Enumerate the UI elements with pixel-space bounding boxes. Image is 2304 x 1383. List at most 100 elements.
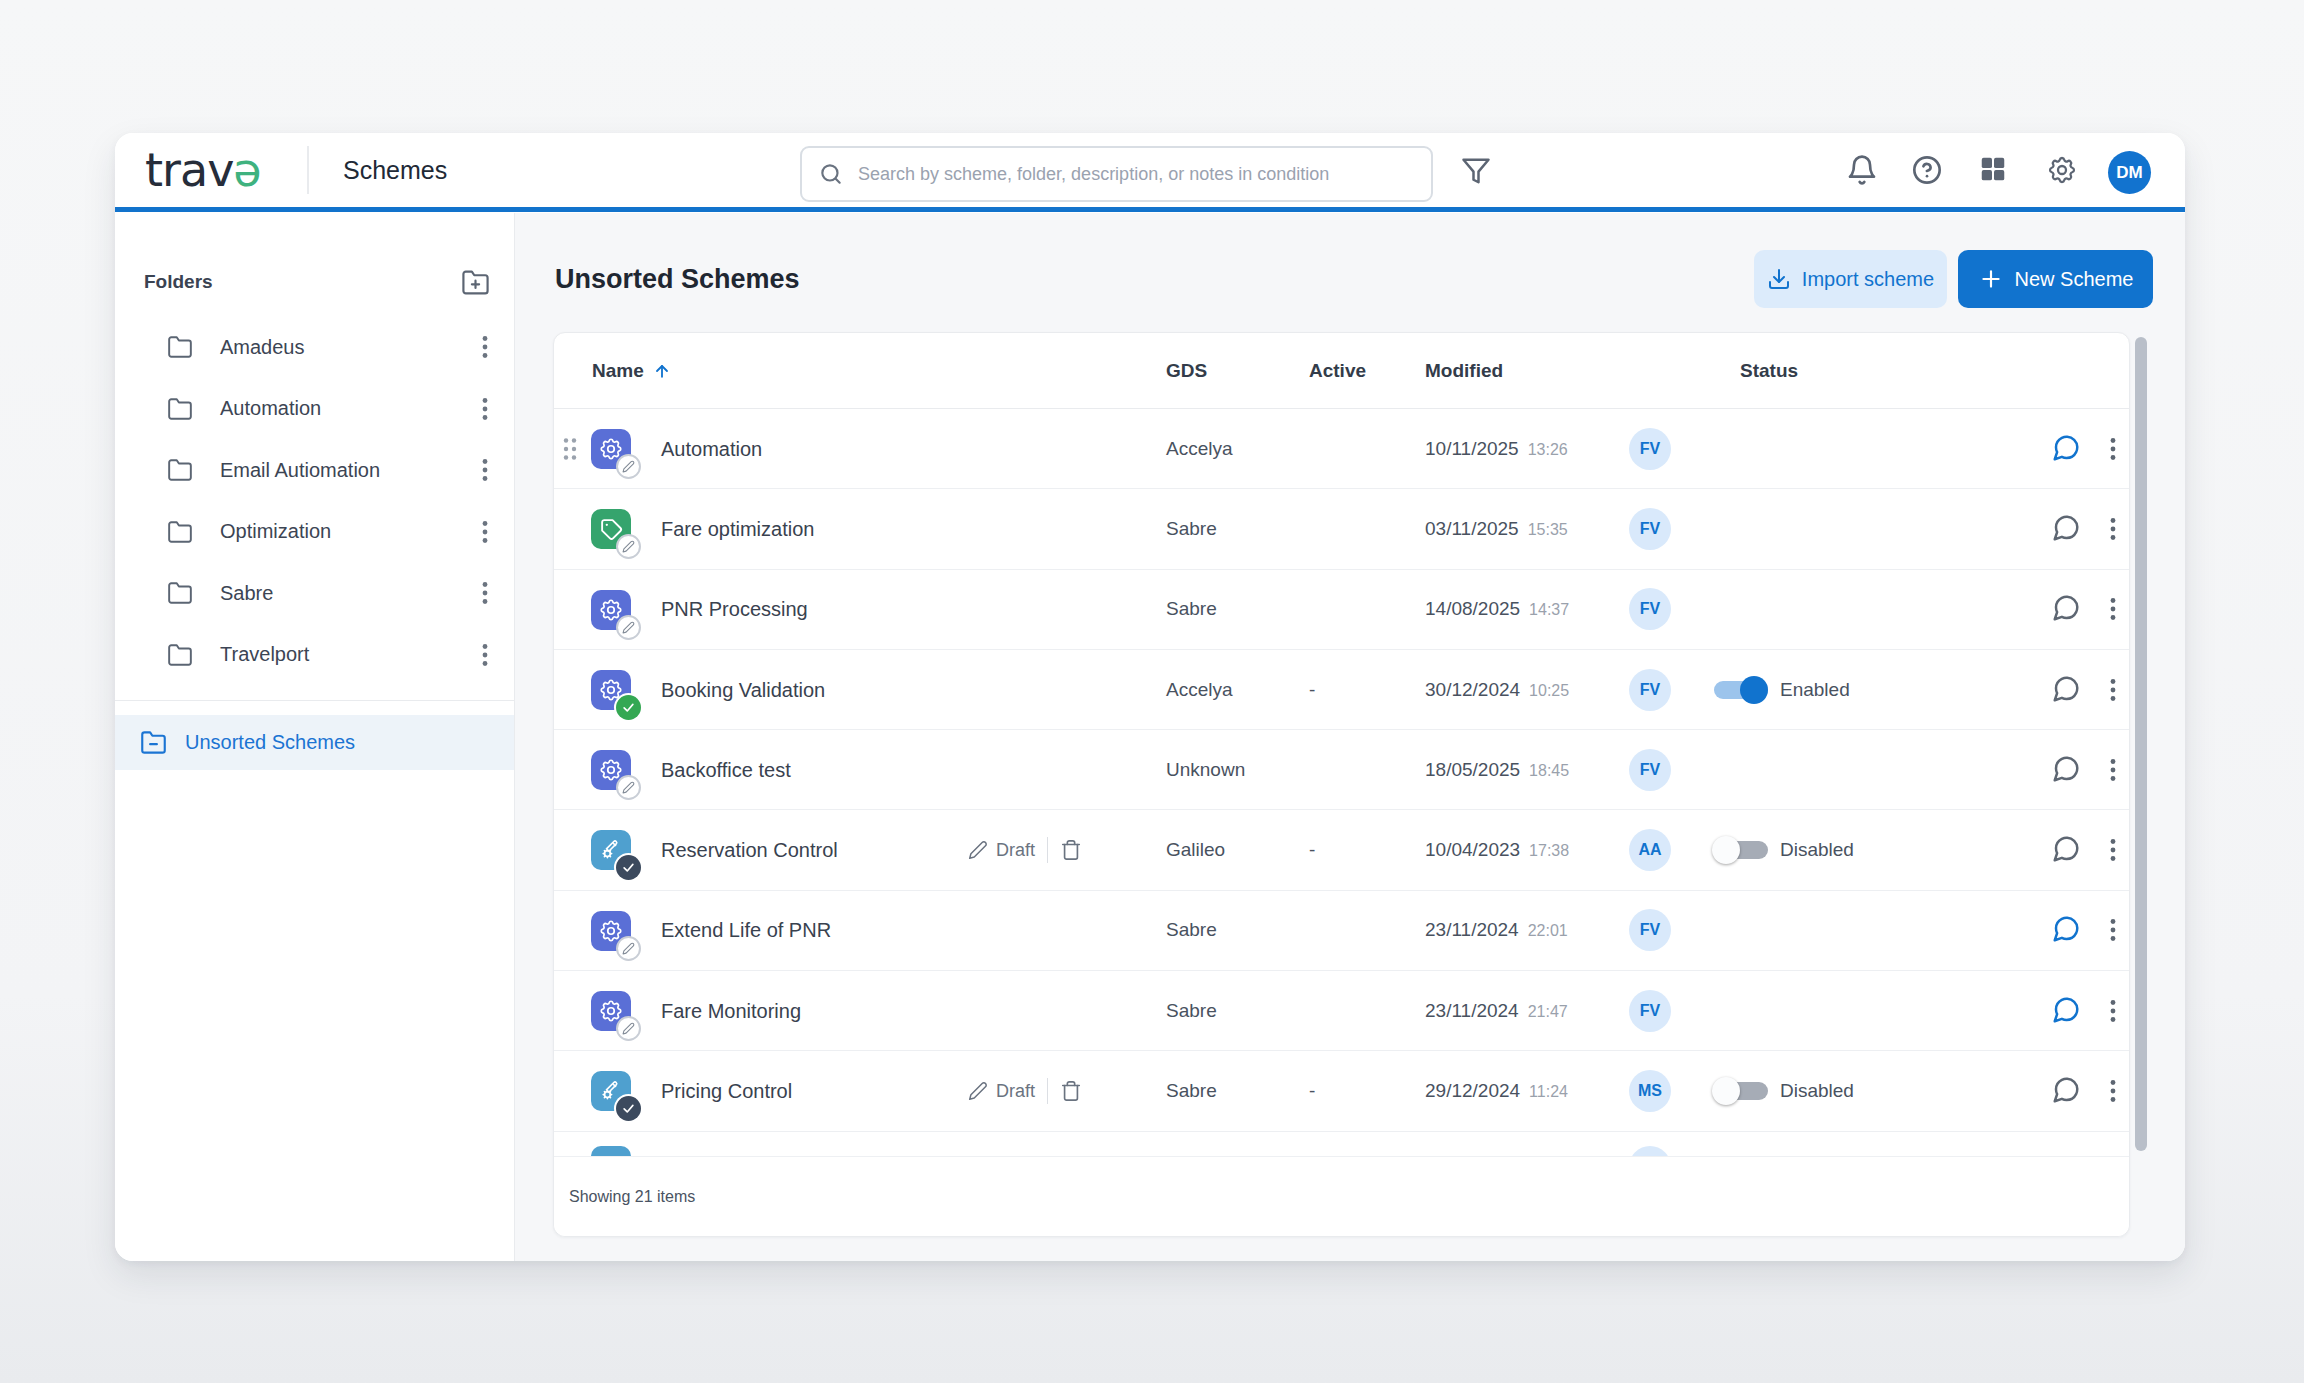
owner-avatar: MS (1629, 1070, 1671, 1112)
schemes-table: Name GDS Active Modified Status Automati… (553, 332, 2130, 1237)
folder-menu-icon[interactable] (473, 456, 497, 484)
column-header-active[interactable]: Active (1309, 333, 1366, 409)
modified-cell: 30/12/202410:25 (1425, 679, 1569, 701)
search-input[interactable]: Search by scheme, folder, description, o… (800, 146, 1433, 202)
filter-icon[interactable] (1461, 156, 1493, 188)
gds-value: Sabre (1166, 919, 1217, 941)
table-row-partial[interactable] (554, 1132, 2129, 1156)
modified-cell: 23/11/202421:47 (1425, 1000, 1568, 1022)
main-content: Unsorted Schemes Import scheme New Schem… (515, 213, 2185, 1261)
draft-pencil-badge (616, 454, 641, 479)
apps-grid-icon[interactable] (1978, 154, 2010, 186)
folder-menu-icon[interactable] (473, 395, 497, 423)
user-avatar[interactable]: DM (2108, 151, 2151, 194)
comment-icon[interactable] (2051, 914, 2083, 946)
draft-chip: Draft (968, 1078, 1082, 1104)
row-menu-icon[interactable] (2101, 675, 2125, 705)
comment-icon[interactable] (2051, 834, 2083, 866)
table-row[interactable]: Backoffice testUnknown18/05/202518:45FV (554, 730, 2129, 810)
logo-text: trav (145, 143, 233, 197)
sort-ascending-icon (652, 361, 672, 381)
folder-label: Optimization (220, 520, 331, 543)
sidebar-folder-item[interactable]: Automation (115, 381, 514, 437)
table-row[interactable]: Reservation ControlDraftGalileo-10/04/20… (554, 810, 2129, 890)
settings-gear-icon[interactable] (2046, 154, 2078, 186)
comment-icon[interactable] (2051, 593, 2083, 625)
search-icon (818, 161, 844, 187)
add-folder-icon[interactable] (461, 268, 490, 297)
modified-cell: 23/11/202422:01 (1425, 919, 1568, 941)
new-scheme-label: New Scheme (2015, 268, 2134, 291)
row-menu-icon[interactable] (2101, 835, 2125, 865)
row-menu-icon[interactable] (2101, 996, 2125, 1026)
folder-menu-icon[interactable] (473, 579, 497, 607)
sidebar-item-unsorted-schemes[interactable]: Unsorted Schemes (115, 715, 514, 770)
edit-pencil-icon (968, 840, 988, 860)
table-rows: AutomationAccelya10/11/202513:26FVFare o… (554, 409, 2129, 1156)
folder-menu-icon[interactable] (473, 333, 497, 361)
folder-label: Automation (220, 397, 321, 420)
row-menu-icon[interactable] (2101, 594, 2125, 624)
comment-icon[interactable] (2051, 754, 2083, 786)
table-row[interactable]: PNR ProcessingSabre14/08/202514:37FV (554, 570, 2129, 650)
table-row[interactable]: Extend Life of PNRSabre23/11/202422:01FV (554, 891, 2129, 971)
trash-icon[interactable] (1060, 839, 1082, 861)
sidebar-folder-item[interactable]: Travelport (115, 627, 514, 683)
brand-logo[interactable]: travə (145, 133, 261, 207)
draft-pencil-badge (616, 534, 641, 559)
comment-icon[interactable] (2051, 674, 2083, 706)
folder-menu-icon[interactable] (473, 518, 497, 546)
comment-icon[interactable] (2051, 433, 2083, 465)
folder-icon (167, 642, 193, 668)
status-toggle[interactable] (1714, 841, 1768, 859)
status-label: Disabled (1780, 839, 1854, 861)
notifications-bell-icon[interactable] (1846, 154, 1878, 186)
column-header-name[interactable]: Name (592, 333, 672, 409)
help-icon[interactable] (1911, 154, 1943, 186)
sidebar: Folders AmadeusAutomationEmail Autiomati… (115, 213, 515, 1261)
sidebar-folder-item[interactable]: Email Autiomation (115, 442, 514, 498)
table-row[interactable]: Booking ValidationAccelya-30/12/202410:2… (554, 650, 2129, 730)
gds-value: Sabre (1166, 1000, 1217, 1022)
folder-menu-icon[interactable] (473, 641, 497, 669)
owner-avatar: FV (1629, 749, 1671, 791)
row-menu-icon[interactable] (2101, 915, 2125, 945)
import-scheme-button[interactable]: Import scheme (1754, 250, 1947, 308)
edit-pencil-icon (968, 1081, 988, 1101)
table-row[interactable]: Fare optimizationSabre03/11/202515:35FV (554, 489, 2129, 569)
row-menu-icon[interactable] (2101, 434, 2125, 464)
table-row[interactable]: AutomationAccelya10/11/202513:26FV (554, 409, 2129, 489)
comment-icon[interactable] (2051, 513, 2083, 545)
column-header-gds[interactable]: GDS (1166, 333, 1207, 409)
folder-label: Email Autiomation (220, 459, 380, 482)
draft-pencil-badge (616, 775, 641, 800)
status-label: Disabled (1780, 1080, 1854, 1102)
gear-icon (591, 429, 631, 469)
new-scheme-button[interactable]: New Scheme (1958, 250, 2153, 308)
page-title: Schemes (343, 133, 447, 207)
sidebar-divider (115, 700, 514, 701)
chip-divider (1047, 1078, 1048, 1104)
sidebar-folder-item[interactable]: Sabre (115, 565, 514, 621)
comment-icon[interactable] (2051, 1075, 2083, 1107)
owner-avatar: AA (1629, 829, 1671, 871)
trash-icon[interactable] (1060, 1080, 1082, 1102)
row-menu-icon[interactable] (2101, 1076, 2125, 1106)
folder-icon (167, 396, 193, 422)
sidebar-folder-item[interactable]: Amadeus (115, 319, 514, 375)
column-header-modified[interactable]: Modified (1425, 333, 1503, 409)
comment-icon[interactable] (2051, 995, 2083, 1027)
drag-handle-icon[interactable] (562, 436, 578, 462)
status-toggle[interactable] (1714, 1082, 1768, 1100)
scheme-name: Fare optimization (661, 517, 814, 540)
column-header-status[interactable]: Status (1740, 333, 1798, 409)
table-row[interactable]: Pricing ControlDraftSabre-29/12/202411:2… (554, 1051, 2129, 1131)
sidebar-folder-item[interactable]: Optimization (115, 504, 514, 560)
folder-minus-icon (140, 729, 167, 756)
table-row[interactable]: Fare MonitoringSabre23/11/202421:47FV (554, 971, 2129, 1051)
row-menu-icon[interactable] (2101, 755, 2125, 785)
status-toggle[interactable] (1714, 681, 1768, 699)
row-menu-icon[interactable] (2101, 514, 2125, 544)
modified-cell: 10/04/202317:38 (1425, 839, 1569, 861)
table-scrollbar[interactable] (2135, 337, 2147, 1151)
